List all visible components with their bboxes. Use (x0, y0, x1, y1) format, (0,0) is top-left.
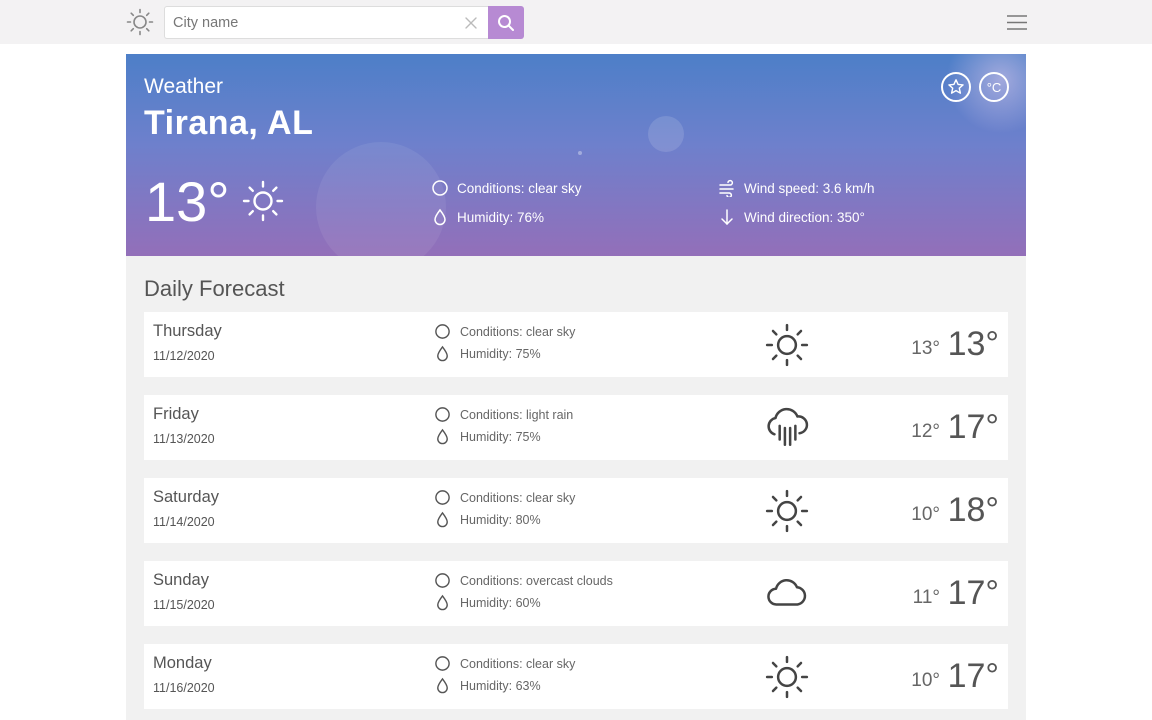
forecast-conditions: Conditions: overcast clouds (434, 572, 613, 589)
sun-icon (765, 655, 809, 699)
forecast-conditions: Conditions: clear sky (434, 655, 575, 672)
arrow-down-icon (721, 209, 733, 226)
forecast-day: Sunday (153, 571, 209, 589)
droplet-icon (437, 345, 448, 362)
current-temperature: 13° (145, 170, 230, 233)
forecast-conditions-text: Conditions: clear sky (460, 490, 576, 505)
forecast-day: Saturday (153, 488, 220, 506)
current-weather-panel: Weather Tirana, AL 13° Conditions: clear… (126, 54, 1026, 256)
droplet-icon (437, 677, 448, 694)
forecast-date: 11/12/2020 (153, 349, 215, 363)
circle-icon (435, 407, 450, 422)
current-conditions-text: Conditions: clear sky (457, 180, 582, 196)
forecast-date: 11/16/2020 (153, 681, 215, 695)
forecast-humidity-text: Humidity: 75% (460, 346, 541, 361)
forecast-conditions-text: Conditions: overcast clouds (460, 573, 613, 588)
forecast-row: Thursday 11/12/2020 Conditions: clear sk… (144, 312, 1008, 377)
forecast-day: Thursday (153, 322, 222, 340)
sun-icon (765, 489, 809, 533)
forecast-humidity: Humidity: 80% (434, 511, 541, 528)
forecast-date: 11/13/2020 (153, 432, 215, 446)
forecast-conditions: Conditions: clear sky (434, 489, 575, 506)
city-search-input[interactable] (165, 7, 445, 38)
forecast-high-temp: 18° (947, 491, 999, 529)
forecast-humidity-text: Humidity: 75% (460, 429, 541, 444)
weather-kicker: Weather (144, 75, 223, 98)
current-wind-speed: Wind speed: 3.6 km/h (718, 179, 875, 197)
circle-icon (435, 656, 450, 671)
forecast-low-temp: 11° (912, 587, 940, 608)
current-wind-direction: Wind direction: 350° (718, 208, 865, 226)
forecast-conditions-text: Conditions: light rain (460, 407, 574, 422)
hamburger-menu-icon[interactable] (1006, 14, 1028, 31)
droplet-icon (437, 594, 448, 611)
wind-speed-text: Wind speed: 3.6 km/h (744, 180, 875, 196)
forecast-row: Friday 11/13/2020 Conditions: light rain… (144, 395, 1008, 460)
circle-icon (435, 573, 450, 588)
background-bokeh (316, 142, 446, 256)
forecast-day: Friday (153, 405, 199, 423)
forecast-date: 11/15/2020 (153, 598, 215, 612)
daily-forecast-section: Daily Forecast Thursday 11/12/2020 Condi… (126, 256, 1026, 720)
forecast-high-temp: 17° (947, 657, 999, 695)
current-conditions: Conditions: clear sky (431, 179, 582, 197)
star-icon (948, 79, 964, 94)
forecast-conditions-text: Conditions: clear sky (460, 656, 576, 671)
forecast-humidity-text: Humidity: 60% (460, 595, 541, 610)
city-title: Tirana, AL (144, 104, 314, 142)
background-bokeh (648, 116, 684, 152)
forecast-humidity-text: Humidity: 63% (460, 678, 541, 693)
forecast-humidity-text: Humidity: 80% (460, 512, 541, 527)
forecast-low-temp: 10° (911, 504, 940, 525)
sun-icon (242, 180, 284, 222)
forecast-conditions: Conditions: light rain (434, 406, 573, 423)
wind-icon (719, 179, 734, 197)
forecast-low-temp: 13° (911, 338, 940, 359)
unit-toggle-button[interactable]: °C (979, 72, 1009, 102)
forecast-low-temp: 12° (911, 421, 940, 442)
droplet-icon (437, 511, 448, 528)
background-bokeh (578, 151, 582, 155)
forecast-row: Saturday 11/14/2020 Conditions: clear sk… (144, 478, 1008, 543)
forecast-day: Monday (153, 654, 212, 672)
forecast-humidity: Humidity: 75% (434, 345, 541, 362)
search-button[interactable] (488, 6, 524, 39)
forecast-conditions-text: Conditions: clear sky (460, 324, 576, 339)
droplet-icon (434, 208, 446, 226)
sun-icon (765, 323, 809, 367)
forecast-high-temp: 13° (947, 325, 999, 363)
search-box (164, 6, 488, 39)
forecast-high-temp: 17° (947, 408, 999, 446)
circle-icon (432, 180, 448, 196)
forecast-humidity: Humidity: 60% (434, 594, 541, 611)
forecast-low-temp: 10° (911, 670, 940, 691)
rain-cloud-icon (767, 407, 809, 446)
forecast-row: Sunday 11/15/2020 Conditions: overcast c… (144, 561, 1008, 626)
forecast-conditions: Conditions: clear sky (434, 323, 575, 340)
droplet-icon (437, 428, 448, 445)
favorite-button[interactable] (941, 72, 971, 102)
top-bar (0, 0, 1152, 44)
current-humidity: Humidity: 76% (431, 208, 544, 226)
forecast-date: 11/14/2020 (153, 515, 215, 529)
wind-direction-text: Wind direction: 350° (744, 209, 865, 225)
forecast-humidity: Humidity: 75% (434, 428, 541, 445)
circle-icon (435, 324, 450, 339)
cloud-icon (767, 579, 807, 606)
current-humidity-text: Humidity: 76% (457, 209, 545, 225)
search-icon (498, 14, 514, 31)
circle-icon (435, 490, 450, 505)
forecast-humidity: Humidity: 63% (434, 677, 541, 694)
sun-icon (126, 8, 154, 36)
close-icon[interactable] (464, 16, 478, 30)
forecast-row: Monday 11/16/2020 Conditions: clear sky … (144, 644, 1008, 709)
forecast-high-temp: 17° (947, 574, 999, 612)
section-title: Daily Forecast (144, 276, 285, 301)
